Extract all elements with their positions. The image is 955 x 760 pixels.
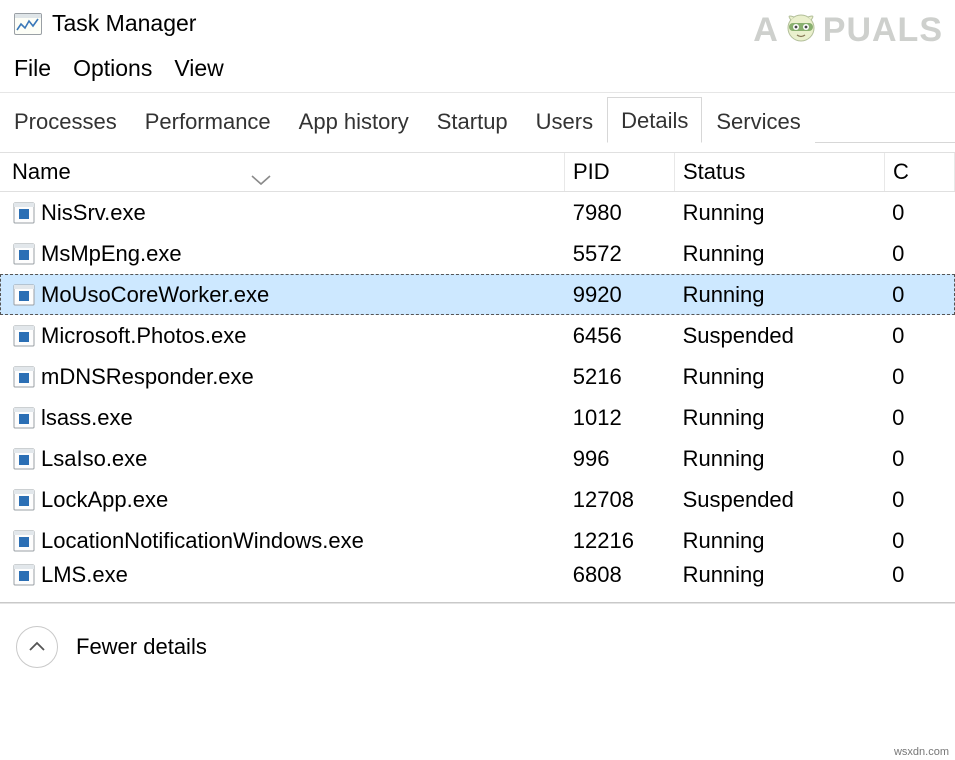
watermark-text-left: A (753, 11, 779, 50)
menu-file[interactable]: File (14, 55, 51, 82)
window-title: Task Manager (52, 10, 196, 37)
menu-view[interactable]: View (174, 55, 223, 82)
process-status: Running (683, 446, 765, 471)
attribution-text: wsxdn.com (894, 746, 949, 758)
column-header-extra[interactable]: C (885, 153, 955, 191)
process-pid: 6808 (573, 562, 622, 587)
table-row[interactable]: LsaIso.exe 996 Running 0 (0, 438, 955, 479)
fewer-details-button[interactable] (16, 626, 58, 668)
column-header-pid[interactable]: PID (565, 153, 675, 191)
process-pid: 1012 (573, 405, 622, 430)
process-name: MoUsoCoreWorker.exe (41, 282, 269, 308)
watermark-text-right: PUALS (823, 11, 943, 50)
process-extra: 0 (892, 200, 904, 225)
sort-indicator-icon (250, 166, 272, 178)
process-status: Suspended (683, 323, 794, 348)
table-row[interactable]: MoUsoCoreWorker.exe 9920 Running 0 (0, 274, 955, 315)
taskmanager-app-icon (14, 13, 42, 35)
process-icon (13, 407, 35, 429)
tab-services[interactable]: Services (702, 98, 814, 143)
menu-options[interactable]: Options (73, 55, 152, 82)
process-icon (13, 489, 35, 511)
process-name: NisSrv.exe (41, 200, 146, 226)
tab-users[interactable]: Users (522, 98, 607, 143)
table-row[interactable]: mDNSResponder.exe 5216 Running 0 (0, 356, 955, 397)
process-status: Running (683, 241, 765, 266)
column-header-status[interactable]: Status (675, 153, 885, 191)
table-row[interactable]: lsass.exe 1012 Running 0 (0, 397, 955, 438)
process-extra: 0 (892, 241, 904, 266)
process-extra: 0 (892, 562, 904, 587)
table-row[interactable]: MsMpEng.exe 5572 Running 0 (0, 233, 955, 274)
process-icon (13, 530, 35, 552)
process-extra: 0 (892, 446, 904, 471)
process-status: Running (683, 562, 765, 587)
chevron-up-icon (28, 641, 46, 653)
process-name: LsaIso.exe (41, 446, 147, 472)
process-icon (13, 284, 35, 306)
process-name: lsass.exe (41, 405, 133, 431)
table-row[interactable]: Microsoft.Photos.exe 6456 Suspended 0 (0, 315, 955, 356)
process-status: Running (683, 364, 765, 389)
process-icon (13, 325, 35, 347)
tab-processes[interactable]: Processes (0, 98, 131, 143)
process-pid: 6456 (573, 323, 622, 348)
table-row[interactable]: NisSrv.exe 7980 Running 0 (0, 192, 955, 233)
tabstrip: Processes Performance App history Startu… (0, 93, 955, 143)
process-pid: 5572 (573, 241, 622, 266)
table-row[interactable]: LockApp.exe 12708 Suspended 0 (0, 479, 955, 520)
process-pid: 9920 (573, 282, 622, 307)
process-extra: 0 (892, 282, 904, 307)
process-icon (13, 448, 35, 470)
process-name: LocationNotificationWindows.exe (41, 528, 364, 554)
tab-details[interactable]: Details (607, 97, 702, 143)
fewer-details-label: Fewer details (76, 634, 207, 660)
process-icon (13, 366, 35, 388)
tab-performance[interactable]: Performance (131, 98, 285, 143)
process-status: Suspended (683, 487, 794, 512)
process-status: Running (683, 528, 765, 553)
process-name: mDNSResponder.exe (41, 364, 254, 390)
process-name: MsMpEng.exe (41, 241, 182, 267)
process-extra: 0 (892, 528, 904, 553)
table-row[interactable]: LocationNotificationWindows.exe 12216 Runn… (0, 520, 955, 561)
tab-app-history[interactable]: App history (285, 98, 423, 143)
table-row[interactable]: LMS.exe 6808 Running 0 (0, 561, 955, 589)
process-icon (13, 202, 35, 224)
details-grid: Name PID Status C NisSrv.exe 7980 Running 0… (0, 143, 955, 603)
process-extra: 0 (892, 323, 904, 348)
watermark-logo: A PUALS (753, 10, 943, 50)
grid-header: Name PID Status C (0, 152, 955, 192)
footer: Fewer details (0, 604, 955, 690)
process-extra: 0 (892, 487, 904, 512)
process-extra: 0 (892, 364, 904, 389)
process-status: Running (683, 405, 765, 430)
process-pid: 12708 (573, 487, 634, 512)
process-extra: 0 (892, 405, 904, 430)
watermark-mascot-icon (781, 10, 821, 50)
process-pid: 12216 (573, 528, 634, 553)
process-status: Running (683, 200, 765, 225)
process-name: Microsoft.Photos.exe (41, 323, 246, 349)
process-pid: 5216 (573, 364, 622, 389)
process-name: LockApp.exe (41, 487, 168, 513)
column-header-name[interactable]: Name (0, 153, 565, 191)
process-status: Running (683, 282, 765, 307)
tab-startup[interactable]: Startup (423, 98, 522, 143)
process-name: LMS.exe (41, 562, 128, 588)
process-pid: 996 (573, 446, 610, 471)
process-icon (13, 243, 35, 265)
process-pid: 7980 (573, 200, 622, 225)
process-icon (13, 564, 35, 586)
